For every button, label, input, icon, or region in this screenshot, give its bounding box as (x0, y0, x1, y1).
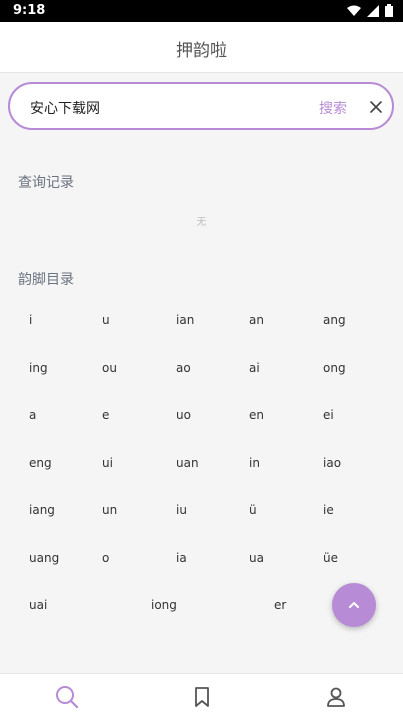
rhyme-item[interactable]: ui (102, 456, 113, 470)
rhyme-item[interactable]: ou (102, 361, 117, 375)
app-bar: 押韵啦 (0, 22, 403, 73)
chevron-up-icon (349, 602, 359, 608)
rhyme-item[interactable]: iu (176, 503, 187, 517)
signal-icon (367, 4, 379, 17)
search-bar: 搜索 (8, 82, 394, 130)
rhyme-item[interactable]: ong (323, 361, 346, 375)
bottom-nav (0, 673, 403, 719)
search-icon (56, 686, 79, 709)
close-icon[interactable] (366, 97, 386, 117)
wifi-icon (347, 5, 361, 16)
rhyme-item[interactable]: ai (249, 361, 260, 375)
rhyme-item[interactable]: ie (323, 503, 334, 517)
rhyme-item[interactable]: eng (29, 456, 52, 470)
rhyme-item[interactable]: a (29, 408, 36, 422)
rhyme-item[interactable]: e (102, 408, 109, 422)
rhyme-item[interactable]: ü (249, 503, 257, 517)
search-button[interactable]: 搜索 (319, 98, 347, 118)
rhyme-item[interactable]: uan (176, 456, 199, 470)
rhyme-item[interactable]: ua (249, 551, 264, 565)
rhyme-item[interactable]: uo (176, 408, 191, 422)
search-input[interactable] (28, 96, 292, 120)
rhyme-item[interactable]: uai (29, 598, 47, 612)
status-time: 9:18 (13, 3, 46, 18)
rhyme-item[interactable]: ao (176, 361, 191, 375)
rhyme-item[interactable]: u (102, 313, 110, 327)
rhyme-item[interactable]: un (102, 503, 117, 517)
rhyme-item[interactable]: ei (323, 408, 334, 422)
rhyme-item[interactable]: ian (176, 313, 194, 327)
rhyme-item[interactable]: ia (176, 551, 187, 565)
history-title: 查询记录 (18, 175, 74, 191)
rhyme-item[interactable]: o (102, 551, 109, 565)
rhyme-item[interactable]: üe (323, 551, 338, 565)
battery-icon (385, 4, 393, 17)
rhyme-item[interactable]: i (29, 313, 32, 327)
app-title: 押韵啦 (176, 41, 227, 61)
rhyme-item[interactable]: en (249, 408, 264, 422)
rhyme-item[interactable]: ing (29, 361, 48, 375)
history-empty-text: 无 (196, 217, 207, 228)
tab-bookmark[interactable] (187, 682, 217, 712)
rhyme-item[interactable]: uang (29, 551, 59, 565)
bookmark-icon (195, 687, 209, 707)
tab-profile[interactable] (321, 682, 351, 712)
rhyme-item[interactable]: er (274, 598, 286, 612)
status-bar: 9:18 (0, 0, 403, 22)
status-icons (347, 4, 393, 17)
rhymes-title: 韵脚目录 (18, 272, 74, 288)
scroll-top-button[interactable] (332, 583, 376, 627)
rhyme-item[interactable]: iao (323, 456, 341, 470)
rhyme-item[interactable]: iang (29, 503, 55, 517)
rhyme-item[interactable]: an (249, 313, 264, 327)
rhyme-item[interactable]: iong (151, 598, 177, 612)
rhyme-item[interactable]: ang (323, 313, 346, 327)
tab-search[interactable] (52, 682, 82, 712)
rhyme-item[interactable]: in (249, 456, 260, 470)
person-icon (327, 687, 345, 707)
